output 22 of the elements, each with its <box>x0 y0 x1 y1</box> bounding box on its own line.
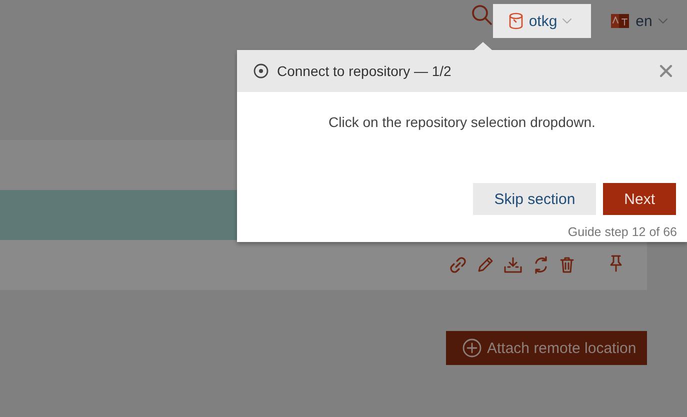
guide-title: Connect to repository — 1/2 <box>277 63 452 79</box>
caret-icon <box>658 18 668 24</box>
plus-circle-icon <box>462 338 482 358</box>
close-icon[interactable] <box>659 64 673 78</box>
attach-remote-location-button[interactable]: Attach remote location <box>446 331 647 365</box>
trash-icon[interactable] <box>559 256 575 274</box>
search-icon[interactable] <box>471 4 493 26</box>
translate-icon <box>610 11 630 31</box>
skip-button[interactable]: Skip section <box>473 183 596 215</box>
caret-icon <box>562 18 572 24</box>
database-icon <box>508 12 524 30</box>
pin-icon[interactable] <box>609 254 623 272</box>
guide-message: Click on the repository selection dropdown. <box>328 113 596 132</box>
next-button[interactable]: Next <box>603 183 676 215</box>
link-icon[interactable] <box>449 256 467 274</box>
repository-selector[interactable]: otkg <box>493 4 591 38</box>
language-selector[interactable]: en <box>591 4 687 38</box>
refresh-icon[interactable] <box>532 255 550 275</box>
download-icon[interactable] <box>503 256 523 274</box>
pencil-icon[interactable] <box>476 256 494 274</box>
guide-step-counter: Guide step 12 of 66 <box>566 224 678 241</box>
target-icon <box>253 63 269 79</box>
